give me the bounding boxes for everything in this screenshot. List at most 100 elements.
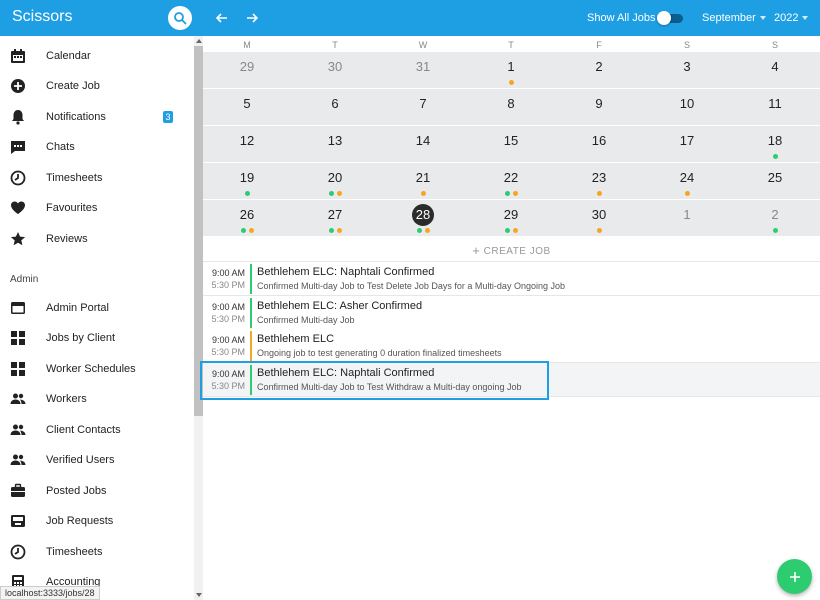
app-root: Scissors Show All Jobs September 2022 Ca…	[0, 0, 820, 600]
scroll-down-arrow[interactable]	[196, 593, 202, 597]
event-end-time: 5:30 PM	[211, 347, 245, 357]
create-job-button[interactable]: + CREATE JOB	[203, 240, 820, 262]
pending-job-dot	[248, 228, 254, 233]
day-number: 1	[507, 59, 515, 74]
weekday-header: S	[771, 40, 778, 50]
calendar-day[interactable]: 7	[379, 89, 467, 126]
calendar-day[interactable]: 18	[731, 126, 819, 163]
day-number: 10	[679, 96, 695, 111]
event-list-item[interactable]: 9:00 AM 5:30 PM Bethlehem ELC: Naphtali Co…	[203, 262, 820, 296]
pending-job-dot	[596, 228, 602, 233]
day-number: 21	[415, 170, 431, 185]
pending-job-dot	[512, 191, 518, 196]
sidebar-item-create-job[interactable]: Create Job	[0, 72, 194, 100]
calendar-day[interactable]: 29	[203, 52, 291, 89]
calendar-day[interactable]: 5	[203, 89, 291, 126]
day-number: 18	[767, 133, 783, 148]
day-number: 1	[683, 207, 691, 222]
chevron-down-icon	[802, 16, 809, 20]
calendar-day[interactable]: 27	[291, 200, 379, 237]
calendar-day[interactable]: 10	[643, 89, 731, 126]
calendar-day[interactable]: 14	[379, 126, 467, 163]
calendar-day[interactable]: 9	[555, 89, 643, 126]
day-number: 7	[419, 96, 427, 111]
calendar-day[interactable]: 6	[291, 89, 379, 126]
year-select[interactable]: 2022	[774, 12, 809, 24]
sidebar-item-reviews[interactable]: Reviews	[0, 225, 194, 253]
calendar-day[interactable]: 13	[291, 126, 379, 163]
sidebar-item-notifications[interactable]: Notifications 3	[0, 103, 194, 131]
calendar-day[interactable]: 2	[555, 52, 643, 89]
calendar-day[interactable]: 25	[731, 163, 819, 200]
weekday-header: W	[418, 40, 428, 50]
event-subtitle: Confirmed Multi-day Job to Test Delete J…	[257, 281, 565, 291]
sidebar-item-label: Admin Portal	[46, 302, 109, 314]
calendar-day[interactable]: 21	[379, 163, 467, 200]
pending-job-dot	[512, 228, 518, 233]
next-month-button[interactable]	[242, 8, 262, 28]
prev-month-button[interactable]	[212, 8, 232, 28]
calendar-day[interactable]: 11	[731, 89, 819, 126]
sidebar-item-posted-jobs[interactable]: Posted Jobs	[0, 477, 194, 505]
calendar-day[interactable]: 1	[643, 200, 731, 237]
calendar-day[interactable]: 29	[467, 200, 555, 237]
grid-icon	[11, 362, 25, 376]
day-number: 15	[503, 133, 519, 148]
chevron-down-icon	[759, 16, 766, 20]
show-all-jobs-toggle[interactable]	[657, 11, 683, 25]
sidebar-item-calendar[interactable]: Calendar	[0, 42, 194, 70]
day-number: 26	[239, 207, 255, 222]
day-number: 2	[771, 207, 779, 222]
people-icon	[10, 454, 26, 465]
calendar-day-today[interactable]: 28	[379, 200, 467, 237]
add-job-fab-button[interactable]	[777, 559, 812, 594]
calendar-day[interactable]: 22	[467, 163, 555, 200]
calendar-day[interactable]: 19	[203, 163, 291, 200]
event-dots	[203, 191, 291, 196]
sidebar-item-verified-users[interactable]: Verified Users	[0, 446, 194, 474]
day-number: 13	[327, 133, 343, 148]
event-dots	[379, 191, 467, 196]
sidebar-item-label: Notifications	[46, 111, 106, 123]
calendar-day[interactable]: 24	[643, 163, 731, 200]
sidebar-scrollbar[interactable]	[194, 36, 203, 600]
sidebar-item-job-requests[interactable]: Job Requests	[0, 507, 194, 535]
sidebar-item-chats[interactable]: Chats	[0, 133, 194, 161]
sidebar-item-workers[interactable]: Workers	[0, 385, 194, 413]
calendar-day[interactable]: 1	[467, 52, 555, 89]
sidebar-item-worker-schedules[interactable]: Worker Schedules	[0, 355, 194, 383]
calendar-day[interactable]: 4	[731, 52, 819, 89]
event-list-item[interactable]: 9:00 AM 5:30 PM Bethlehem ELC: Asher Confi…	[203, 295, 820, 330]
calendar-day[interactable]: 17	[643, 126, 731, 163]
sidebar-item-jobs-by-client[interactable]: Jobs by Client	[0, 324, 194, 352]
calendar-day[interactable]: 30	[555, 200, 643, 237]
inbox-icon	[11, 515, 25, 527]
notification-count-badge: 3	[163, 111, 173, 123]
event-list-item[interactable]: 9:00 AM 5:30 PM Bethlehem ELC: Naphtali Co…	[203, 362, 820, 397]
event-title: Bethlehem ELC	[257, 333, 335, 345]
sidebar-item-admin-portal[interactable]: Admin Portal	[0, 294, 194, 322]
scrollbar-thumb[interactable]	[194, 46, 203, 416]
calendar-day[interactable]: 20	[291, 163, 379, 200]
calendar-day[interactable]: 3	[643, 52, 731, 89]
confirmed-job-dot	[244, 191, 250, 196]
event-list-item[interactable]: 9:00 AM 5:30 PM Bethlehem ELC Ongoing job t…	[203, 329, 820, 363]
calendar-day[interactable]: 15	[467, 126, 555, 163]
calendar-day[interactable]: 2	[731, 200, 819, 237]
search-button[interactable]	[168, 6, 192, 30]
calendar-day[interactable]: 23	[555, 163, 643, 200]
calendar-day[interactable]: 31	[379, 52, 467, 89]
sidebar-item-favourites[interactable]: Favourites	[0, 194, 194, 222]
sidebar-item-timesheets[interactable]: Timesheets	[0, 164, 194, 192]
day-number: 11	[768, 96, 782, 111]
month-select[interactable]: September	[702, 12, 766, 24]
calendar-day[interactable]: 26	[203, 200, 291, 237]
calendar-day[interactable]: 30	[291, 52, 379, 89]
day-number: 25	[767, 170, 783, 185]
sidebar-item-admin-timesheets[interactable]: Timesheets	[0, 538, 194, 566]
scroll-up-arrow[interactable]	[196, 39, 202, 43]
sidebar-item-client-contacts[interactable]: Client Contacts	[0, 416, 194, 444]
calendar-day[interactable]: 16	[555, 126, 643, 163]
calendar-day[interactable]: 12	[203, 126, 291, 163]
calendar-day[interactable]: 8	[467, 89, 555, 126]
